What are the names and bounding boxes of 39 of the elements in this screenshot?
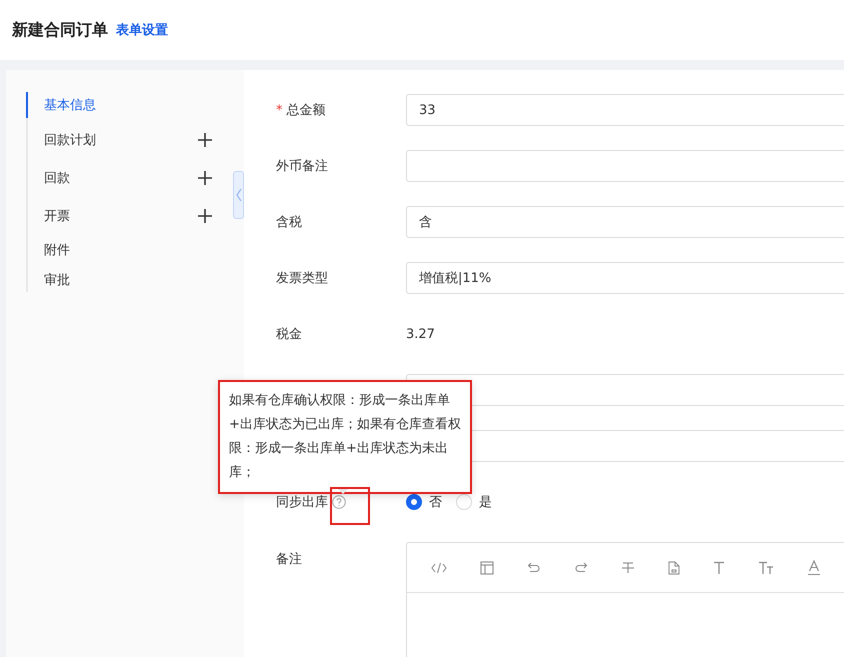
field-label: 同步出库 <box>276 494 328 511</box>
sidebar-item[interactable]: 基本信息 <box>26 92 212 118</box>
field-label: 备注 <box>276 551 302 568</box>
help-icon[interactable] <box>332 495 346 509</box>
font-color-icon[interactable] <box>807 560 821 576</box>
field-label: 含税 <box>276 214 302 231</box>
radio-label[interactable]: 否 <box>429 493 442 511</box>
required-asterisk: * <box>276 102 282 118</box>
field-value: 3.27 <box>406 326 435 342</box>
field-label: 外币备注 <box>276 158 328 175</box>
text-icon[interactable] <box>713 560 725 574</box>
field-label: 总金额 <box>286 102 326 119</box>
input-field[interactable] <box>406 150 844 182</box>
layout-icon[interactable] <box>480 560 494 574</box>
sidebar-item[interactable]: 回款计划 <box>28 124 212 156</box>
radio-label[interactable]: 是 <box>479 493 492 511</box>
plus-icon[interactable] <box>198 209 212 223</box>
sidebar-item[interactable]: 开票 <box>28 200 212 232</box>
form-settings-link[interactable]: 表单设置 <box>116 21 168 39</box>
field-label: 税金 <box>276 326 302 343</box>
sidebar-item[interactable]: 回款 <box>28 162 212 194</box>
undo-icon[interactable] <box>527 562 541 574</box>
sidebar-item[interactable]: 附件 <box>28 238 212 262</box>
font-size-icon[interactable] <box>758 560 774 574</box>
sidebar-item[interactable]: 审批 <box>28 268 212 292</box>
plus-icon[interactable] <box>198 171 212 185</box>
redo-icon[interactable] <box>574 562 588 574</box>
collapse-handle[interactable] <box>233 171 244 219</box>
input-field[interactable]: 33 <box>406 94 844 126</box>
plus-icon[interactable] <box>198 133 212 147</box>
input-field[interactable]: 增值税|11% <box>406 262 844 294</box>
highlight-frame <box>330 487 370 525</box>
radio-button[interactable] <box>406 494 422 510</box>
code-icon[interactable] <box>431 562 447 574</box>
page-title: 新建合同订单 <box>12 20 108 40</box>
field-label: 发票类型 <box>276 270 328 287</box>
input-field[interactable]: 含 <box>406 206 844 238</box>
strikethrough-icon[interactable] <box>621 560 635 574</box>
document-icon[interactable] <box>668 560 680 574</box>
